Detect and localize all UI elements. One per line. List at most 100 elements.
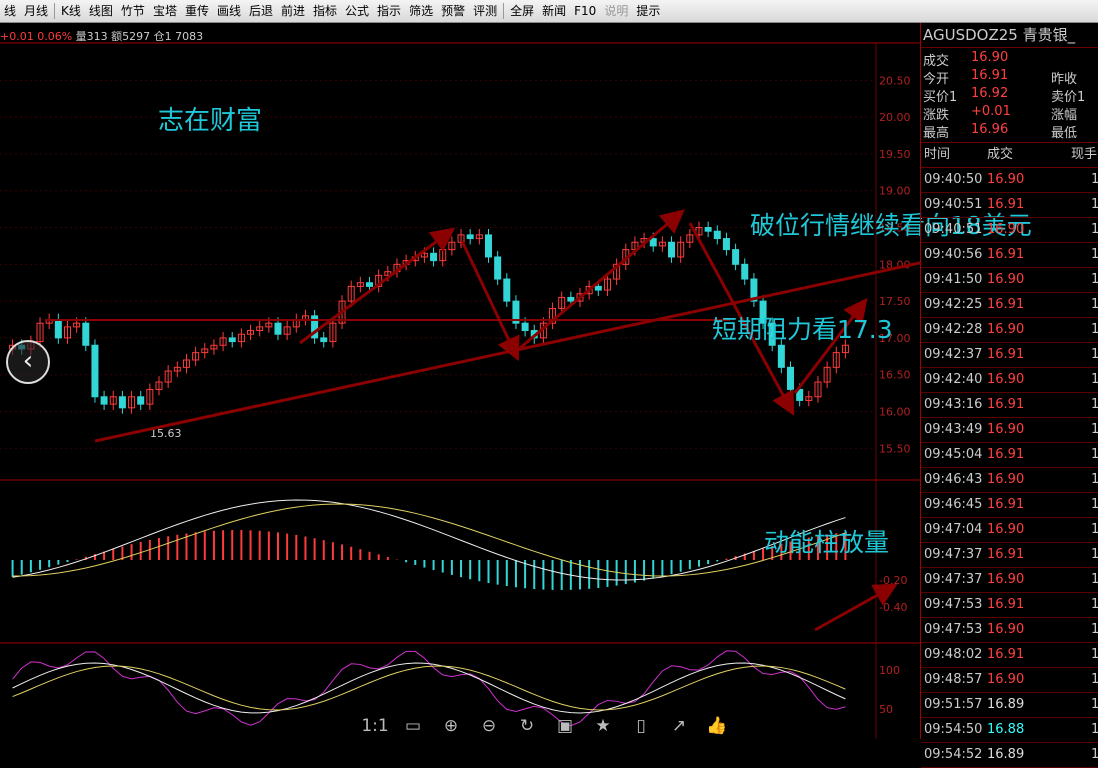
toolbar-item-16[interactable]: 全屏 — [506, 0, 538, 22]
toolbar-item-18[interactable]: F10 — [570, 0, 600, 22]
toolbar-item-15[interactable]: 评测 — [469, 0, 501, 22]
tick-price: 16.91 — [987, 347, 1025, 362]
tick-hand: 1 — [1091, 447, 1098, 462]
candle-body — [228, 337, 236, 343]
tick-time: 09:48:02 — [924, 647, 983, 662]
toolbar-item-19[interactable]: 说明 — [600, 0, 632, 22]
prev-nav-button[interactable]: ‹ — [6, 340, 50, 384]
toolbar-item-2[interactable]: K线 — [57, 0, 85, 22]
candle-body — [137, 396, 145, 405]
ratio-icon[interactable]: 1:1 — [360, 714, 390, 738]
toolbar-item-1[interactable]: 月线 — [20, 0, 52, 22]
zoom-in-icon[interactable]: ⊕ — [436, 714, 466, 738]
toolbar-item-13[interactable]: 筛选 — [405, 0, 437, 22]
tick-time: 09:47:04 — [924, 522, 983, 537]
save-icon[interactable]: ▣ — [550, 714, 580, 738]
ticks-list[interactable]: 09:40:50 16.90 1 09:40:51 16.91 1 09:40:51 16.9… — [921, 168, 1098, 768]
rotate-icon[interactable]: ↻ — [512, 714, 542, 738]
info-change: +0.01 — [0, 30, 34, 43]
macd-dif-line — [12, 499, 846, 581]
toolbar-item-7[interactable]: 画线 — [213, 0, 245, 22]
tick-price: 16.89 — [987, 697, 1025, 712]
candle-body — [668, 241, 676, 258]
tick-row: 09:46:43 16.90 1 — [921, 468, 1098, 493]
price-tick-label: 19.50 — [879, 148, 911, 161]
kdj-k-line — [12, 662, 846, 714]
tick-time: 09:41:50 — [924, 272, 983, 287]
fit-screen-icon[interactable]: ▭ — [398, 714, 428, 738]
tick-row: 09:47:53 16.91 1 — [921, 593, 1098, 618]
toolbar-item-8[interactable]: 后退 — [245, 0, 277, 22]
tick-row: 09:47:37 16.90 1 — [921, 568, 1098, 593]
toolbar-item-14[interactable]: 预警 — [437, 0, 469, 22]
toolbar-item-20[interactable]: 提示 — [632, 0, 664, 22]
tick-price: 16.91 — [987, 247, 1025, 262]
ticks-header-hand: 现手 — [1071, 147, 1098, 162]
tick-row: 09:54:52 16.89 1 — [921, 743, 1098, 768]
tick-hand: 1 — [1091, 472, 1098, 487]
tick-row: 09:43:49 16.90 1 — [921, 418, 1098, 443]
tick-hand: 1 — [1091, 697, 1098, 712]
toolbar-item-12[interactable]: 指示 — [373, 0, 405, 22]
tick-time: 09:42:37 — [924, 347, 983, 362]
tick-row: 09:40:56 16.91 1 — [921, 243, 1098, 268]
zoom-out-icon[interactable]: ⊖ — [474, 714, 504, 738]
candle-body — [82, 322, 90, 346]
quote-panel: AGUSDOZ25 青贵银_ 成交 16.90 今开 16.91 昨收 买价1 16.92 卖… — [920, 23, 1098, 768]
tick-time: 09:47:37 — [924, 572, 983, 587]
like-icon[interactable]: 👍 — [702, 714, 732, 738]
tick-row: 09:42:25 16.91 1 — [921, 293, 1098, 318]
quote-label-2: 涨幅 — [1051, 108, 1078, 123]
toolbar-item-5[interactable]: 宝塔 — [149, 0, 181, 22]
toolbar-item-0[interactable]: 线 — [0, 0, 20, 22]
tick-time: 09:45:04 — [924, 447, 983, 462]
macd-tick-label: -0.40 — [879, 601, 907, 614]
price-tick-label: 20.50 — [879, 74, 911, 87]
tick-row: 09:47:53 16.90 1 — [921, 618, 1098, 643]
phone-icon[interactable]: ▯ — [626, 714, 656, 738]
tick-time: 09:47:53 — [924, 622, 983, 637]
tick-price: 16.90 — [987, 522, 1025, 537]
tick-price: 16.90 — [987, 222, 1025, 237]
quote-value: 16.92 — [971, 86, 1009, 101]
toolbar-item-4[interactable]: 竹节 — [117, 0, 149, 22]
tick-row: 09:47:37 16.91 1 — [921, 543, 1098, 568]
tick-time: 09:51:57 — [924, 697, 983, 712]
toolbar-item-6[interactable]: 重传 — [181, 0, 213, 22]
quote-label: 最高 — [923, 126, 950, 141]
price-tick-label: 15.50 — [879, 442, 911, 455]
tick-price: 16.90 — [987, 272, 1025, 287]
toolbar-item-10[interactable]: 指标 — [309, 0, 341, 22]
candle-body — [521, 322, 529, 332]
price-tick-label: 20.00 — [879, 111, 911, 124]
share-icon[interactable]: ↗ — [664, 714, 694, 738]
candle-body — [484, 234, 492, 258]
toolbar-item-17[interactable]: 新闻 — [538, 0, 570, 22]
tick-row: 09:42:40 16.90 1 — [921, 368, 1098, 393]
tick-hand: 1 — [1091, 497, 1098, 512]
price-tick-label: 16.50 — [879, 369, 911, 382]
toolbar-item-11[interactable]: 公式 — [341, 0, 373, 22]
tick-hand: 1 — [1091, 572, 1098, 587]
toolbar-item-9[interactable]: 前进 — [277, 0, 309, 22]
tick-time: 09:42:28 — [924, 322, 983, 337]
favorite-icon[interactable]: ★ — [588, 714, 618, 738]
tick-row: 09:48:02 16.91 1 — [921, 643, 1098, 668]
toolbar-item-3[interactable]: 线图 — [85, 0, 117, 22]
tick-hand: 1 — [1091, 372, 1098, 387]
info-vol: 量313 — [75, 30, 108, 43]
quote-label: 涨跌 — [923, 108, 950, 123]
tick-time: 09:46:43 — [924, 472, 983, 487]
tick-hand: 1 — [1091, 272, 1098, 287]
quote-table: 成交 16.90 今开 16.91 昨收 买价1 16.92 卖价1 涨跌 +0.01 涨幅 最高 16… — [921, 48, 1098, 143]
watermark-text: 志在财富 — [158, 106, 263, 136]
tick-hand: 1 — [1091, 547, 1098, 562]
tick-hand: 1 — [1091, 622, 1098, 637]
symbol-title: AGUSDOZ25 青贵银_ — [921, 23, 1098, 48]
quote-label-2: 最低 — [1051, 126, 1078, 141]
info-pct: 0.06% — [37, 30, 73, 43]
tick-time: 09:47:53 — [924, 597, 983, 612]
quote-label: 今开 — [923, 72, 950, 87]
price-tick-label: 16.00 — [879, 405, 911, 418]
tick-row: 09:48:57 16.90 1 — [921, 668, 1098, 693]
